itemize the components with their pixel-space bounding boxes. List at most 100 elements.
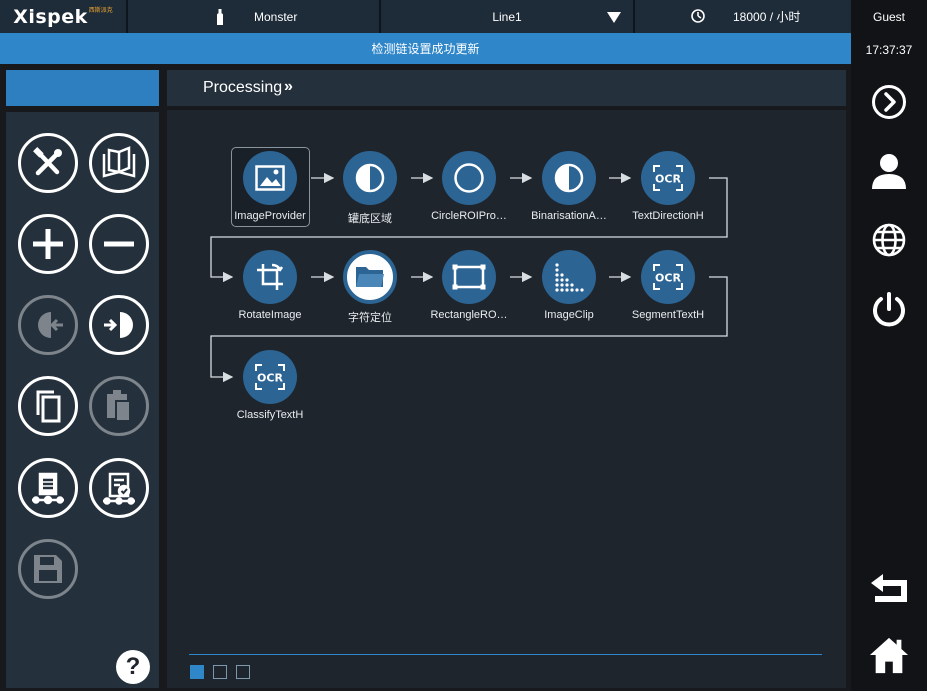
half-circle-icon	[554, 163, 584, 193]
left-panel-tab[interactable]	[6, 70, 159, 106]
node-circle[interactable]	[243, 151, 297, 205]
page-indicator-2[interactable]	[213, 665, 227, 679]
input-icon	[38, 312, 63, 338]
paste-button[interactable]	[89, 376, 149, 436]
speed-value: 18000 / 小时	[733, 10, 801, 24]
svg-text:OCR: OCR	[257, 372, 283, 385]
node-label: RotateImage	[238, 309, 302, 321]
clipboard-flow-icon	[32, 472, 64, 505]
line-selector[interactable]: Line1	[381, 0, 635, 33]
crop-rotate-icon	[257, 263, 284, 290]
svg-text:OCR: OCR	[655, 173, 681, 186]
remove-button[interactable]	[89, 214, 149, 274]
node-circle[interactable]	[343, 151, 397, 205]
node-circle[interactable]: OCR	[641, 151, 695, 205]
top-bar: Xispek 西斯派克 Monster Line1 18000 / 小时	[0, 0, 851, 33]
input-button[interactable]	[18, 295, 78, 355]
image-icon	[255, 165, 285, 191]
flow-node-2[interactable]: 罐底区域	[315, 151, 425, 226]
section-chevron: »	[284, 78, 293, 95]
section-header: Processing »	[167, 70, 846, 106]
clipboard-check-button[interactable]	[89, 458, 149, 518]
logo: Xispek 西斯派克	[0, 0, 128, 33]
flow-node-7[interactable]: 字符定位	[315, 250, 425, 325]
product-name: Monster	[254, 9, 298, 24]
node-label: 字符定位	[348, 312, 392, 324]
product-selector[interactable]: Monster	[128, 0, 381, 33]
right-sidebar: Guest 17:37:37	[851, 0, 927, 691]
globe-icon[interactable]	[869, 220, 909, 260]
power-icon[interactable]	[869, 290, 909, 330]
flow-node-10[interactable]: OCR SegmentTextH	[613, 250, 723, 321]
section-title: Processing	[203, 79, 283, 96]
clipboard-check-icon	[103, 472, 135, 505]
page-indicator-3[interactable]	[236, 665, 250, 679]
clipboard-flow-button[interactable]	[18, 458, 78, 518]
clock-icon	[691, 9, 705, 23]
plus-icon	[33, 229, 63, 259]
save-button[interactable]	[18, 539, 78, 599]
svg-text:OCR: OCR	[655, 272, 681, 285]
flow-node-11[interactable]: OCR ClassifyTextH	[215, 350, 325, 421]
flow-node-image-provider[interactable]: ImageProvider	[215, 151, 325, 222]
status-bar: 检测链设置成功更新	[0, 33, 851, 64]
copy-icon	[36, 390, 61, 423]
flow-node-8[interactable]: RectangleRO…	[414, 250, 524, 321]
node-label: CircleROIPro…	[431, 210, 507, 222]
node-circle[interactable]: OCR	[641, 250, 695, 304]
node-label: BinarisationA…	[531, 210, 607, 222]
tools-button[interactable]	[18, 133, 78, 193]
half-circle-icon	[355, 163, 385, 193]
node-label: 罐底区域	[348, 213, 392, 225]
user-icon[interactable]	[869, 151, 909, 191]
flow-node-3[interactable]: CircleROIPro…	[414, 151, 524, 222]
node-circle[interactable]	[243, 250, 297, 304]
logo-subtext: 西斯派克	[88, 8, 113, 14]
node-circle[interactable]	[343, 250, 397, 304]
node-circle[interactable]	[542, 250, 596, 304]
circle-icon	[454, 163, 484, 193]
dropdown-arrow-icon[interactable]	[607, 12, 621, 23]
node-label: ImageClip	[544, 309, 594, 321]
add-button[interactable]	[18, 214, 78, 274]
next-icon[interactable]	[869, 82, 909, 122]
copy-button[interactable]	[18, 376, 78, 436]
clock-time: 17:37:37	[865, 43, 913, 57]
node-circle[interactable]: OCR	[243, 350, 297, 404]
ocr-icon: OCR	[653, 264, 683, 290]
node-circle[interactable]	[542, 151, 596, 205]
node-label: ImageProvider	[234, 210, 306, 222]
output-icon	[104, 312, 133, 338]
node-label: ClassifyTextH	[236, 409, 304, 421]
flow-node-4[interactable]: BinarisationA…	[514, 151, 624, 222]
flow-node-9[interactable]: ImageClip	[514, 250, 624, 321]
flow-node-6[interactable]: RotateImage	[215, 250, 325, 321]
home-icon[interactable]	[869, 635, 909, 675]
ocr-icon: OCR	[653, 165, 683, 191]
page-indicator-1[interactable]	[190, 665, 204, 679]
node-circle[interactable]	[442, 250, 496, 304]
help-button[interactable]: ?	[116, 650, 150, 684]
node-label: TextDirectionH	[632, 210, 704, 222]
status-message: 检测链设置成功更新	[371, 42, 480, 56]
minus-icon	[104, 241, 134, 247]
ocr-icon: OCR	[255, 364, 285, 390]
logo-text: Xispek	[13, 5, 88, 28]
rectangle-icon	[452, 264, 486, 290]
book-button[interactable]	[89, 133, 149, 193]
paste-icon	[107, 390, 131, 422]
tools-icon	[33, 147, 62, 176]
bottle-icon	[217, 9, 223, 25]
back-icon[interactable]	[869, 568, 909, 608]
pagination-divider	[189, 654, 822, 655]
output-button[interactable]	[89, 295, 149, 355]
save-icon	[34, 555, 62, 583]
node-circle[interactable]	[442, 151, 496, 205]
speed-display: 18000 / 小时	[635, 0, 851, 33]
node-label: SegmentTextH	[631, 309, 705, 321]
line-name: Line1	[492, 9, 522, 24]
folder-icon	[356, 267, 384, 287]
node-label: RectangleRO…	[430, 309, 508, 321]
flow-node-5[interactable]: OCR TextDirectionH	[613, 151, 723, 222]
book-icon	[102, 146, 136, 178]
